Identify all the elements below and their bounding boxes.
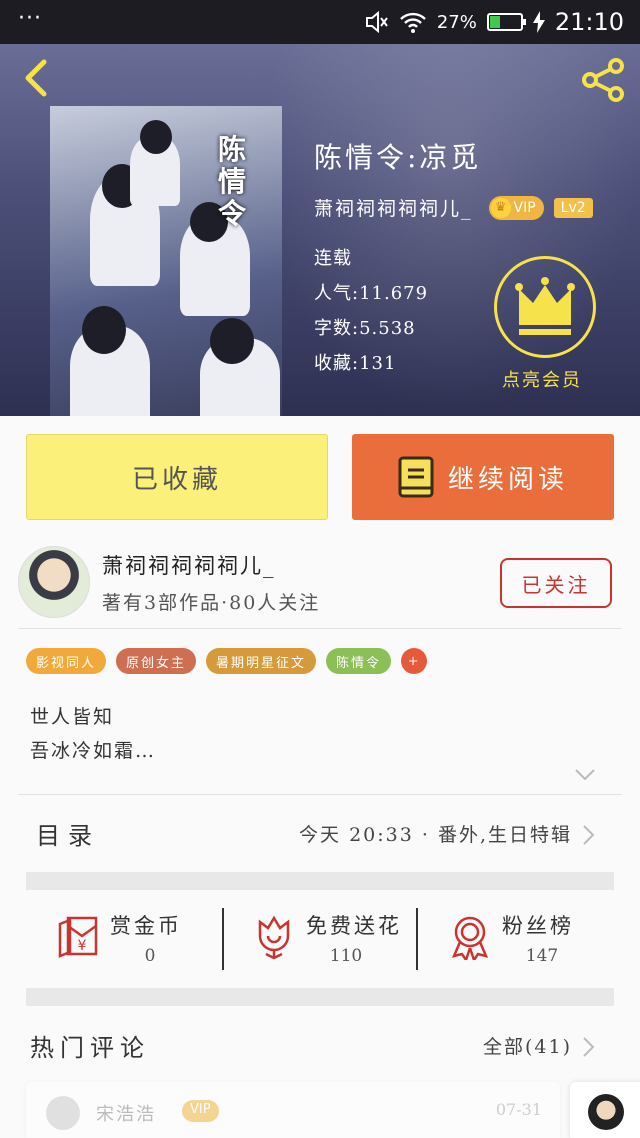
battery-percent: 27% [436, 11, 477, 33]
book-cover[interactable]: 陈情令 [50, 106, 282, 416]
divider [18, 628, 622, 629]
cover-title-art: 陈情令 [218, 133, 247, 230]
wifi-icon [399, 12, 426, 33]
tag[interactable]: 陈情令 [326, 648, 392, 674]
serial-status: 连载 [314, 248, 352, 269]
author-summary: 著有3部作品·80人关注 [102, 592, 321, 614]
add-tag-button[interactable]: + [401, 648, 428, 674]
back-arrow-icon[interactable] [18, 58, 54, 98]
fan-ranking-stat[interactable]: 粉丝榜 147 [418, 892, 614, 988]
mute-icon [365, 11, 388, 33]
favorite-count: 收藏:131 [314, 353, 397, 374]
popularity: 人气:11.679 [314, 283, 429, 304]
table-of-contents-row[interactable]: 目录 今天 20:33 · 番外,生日特辑 [0, 794, 640, 874]
all-comments-link[interactable]: 全部(41) [483, 1032, 572, 1059]
author-name[interactable]: 萧祠祠祠祠祠儿_ [102, 550, 276, 580]
red-envelope-icon: ¥ [58, 916, 98, 958]
crown-icon [515, 277, 575, 335]
section-spacer [26, 988, 614, 1006]
comment-date: 07-31 [495, 1100, 542, 1119]
charging-icon [532, 11, 545, 33]
avatar[interactable] [46, 1096, 80, 1130]
toc-label: 目录 [36, 822, 100, 850]
book-author[interactable]: 萧祠祠祠祠祠儿_ [314, 194, 473, 221]
tag[interactable]: 暑期明星征文 [206, 648, 317, 674]
avatar[interactable] [588, 1094, 624, 1130]
chevron-right-icon [583, 1037, 595, 1057]
flower-icon [258, 915, 290, 960]
stat-label: 赏金币 [110, 914, 182, 938]
reward-coins-stat[interactable]: ¥ 赏金币 0 [26, 892, 222, 988]
synopsis-line: 世人皆知 [30, 706, 115, 728]
collected-button[interactable]: 已收藏 [26, 434, 328, 520]
more-dots-icon: ··· [18, 6, 42, 31]
synopsis-line: 吾冰冷如霜… [30, 740, 157, 762]
vip-badge: ♛ VIP [488, 195, 544, 220]
stats-row: ¥ 赏金币 0 免费送花 110 粉丝榜 147 [26, 892, 614, 988]
author-card[interactable]: 萧祠祠祠祠祠儿_ 著有3部作品·80人关注 已关注 [18, 546, 618, 630]
book-info: 陈情令:凉觅 萧祠祠祠祠祠儿_ ♛ VIP Lv2 连载 人气:11.679 字数… [314, 136, 593, 374]
free-flowers-stat[interactable]: 免费送花 110 [222, 892, 418, 988]
status-bar: ··· 27% 21:10 [0, 0, 640, 44]
word-count: 字数:5.538 [314, 318, 416, 339]
hot-comments-heading: 热门评论 [30, 1034, 150, 1062]
chevron-right-icon [583, 825, 595, 845]
stat-label: 免费送花 [306, 914, 402, 938]
member-label[interactable]: 点亮会员 [502, 366, 582, 392]
chevron-down-icon[interactable] [574, 768, 596, 782]
comment-card[interactable]: 宋浩浩 VIP 07-31 [26, 1082, 560, 1138]
section-spacer [26, 872, 614, 890]
stat-value: 110 [329, 946, 363, 966]
clock: 21:10 [554, 8, 624, 36]
level-badge: Lv2 [553, 197, 593, 218]
book-icon [398, 456, 434, 498]
main-content: 已收藏 继续阅读 萧祠祠祠祠祠儿_ 著有3部作品·80人关注 已关注 影视同人 … [0, 416, 640, 1138]
comment-card[interactable] [570, 1082, 640, 1138]
followed-button[interactable]: 已关注 [500, 558, 612, 608]
tag-list: 影视同人 原创女主 暑期明星征文 陈情令 + [26, 648, 428, 674]
synopsis: 世人皆知 吾冰冷如霜… [30, 700, 156, 768]
latest-chapter[interactable]: 今天 20:33 · 番外,生日特辑 [299, 820, 572, 847]
stat-value: 0 [144, 946, 156, 966]
avatar[interactable] [18, 546, 90, 618]
book-title: 陈情令:凉觅 [314, 141, 482, 174]
crown-icon: ♛ [490, 197, 511, 218]
vip-badge: VIP [182, 1100, 219, 1122]
member-crown-button[interactable] [494, 256, 596, 358]
book-hero: 陈情令 陈情令:凉觅 萧祠祠祠祠祠儿_ ♛ VIP Lv2 连载 人气:11.67… [0, 44, 640, 416]
stat-value: 147 [525, 946, 559, 966]
stat-label: 粉丝榜 [502, 914, 574, 938]
tag[interactable]: 影视同人 [26, 648, 107, 674]
svg-text:¥: ¥ [78, 938, 87, 954]
continue-reading-button[interactable]: 继续阅读 [352, 434, 614, 520]
share-icon[interactable] [580, 56, 628, 104]
tag[interactable]: 原创女主 [116, 648, 197, 674]
ribbon-badge-icon [451, 916, 489, 960]
commenter-name[interactable]: 宋浩浩 [96, 1100, 156, 1126]
battery-icon [486, 13, 526, 31]
